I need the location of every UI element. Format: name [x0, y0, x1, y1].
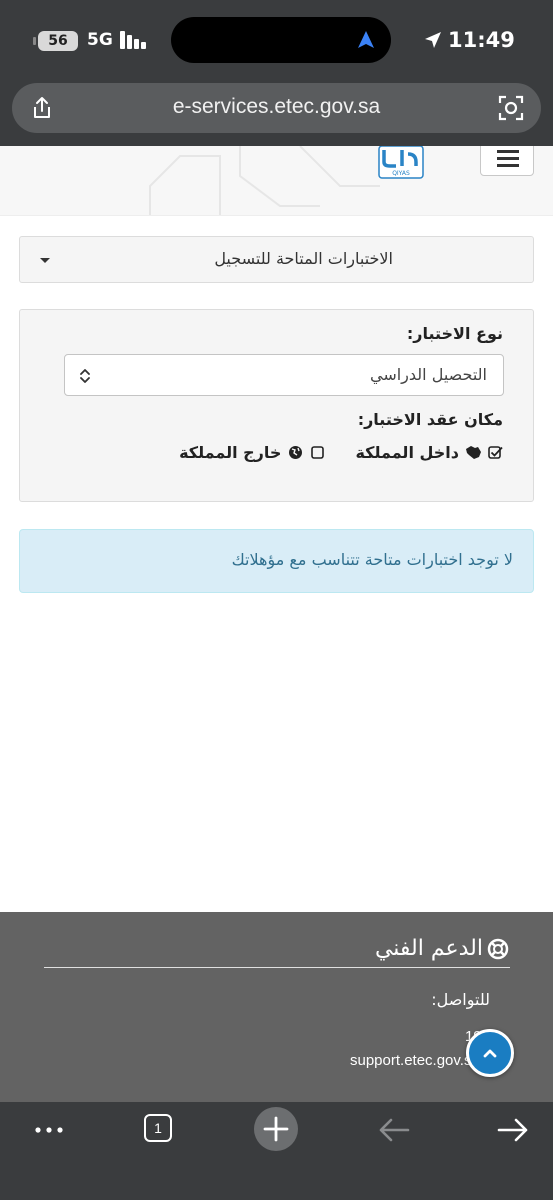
- url-bar[interactable]: e-services.etec.gov.sa: [12, 83, 541, 133]
- contact-label: للتواصل:: [431, 990, 490, 1009]
- signal-icon: [120, 31, 150, 49]
- menu-button[interactable]: [480, 146, 534, 176]
- chevron-up-icon: [483, 1049, 497, 1058]
- alert-message: لا توجد اختبارات متاحة تتناسب مع مؤهلاتك: [231, 550, 513, 569]
- location-services-icon: [425, 32, 441, 48]
- footer: الدعم الفني للتواصل: 199 support.etec.go…: [0, 912, 553, 1102]
- back-arrow-icon[interactable]: [378, 1116, 410, 1144]
- option-outside-kingdom[interactable]: خارج المملكة: [179, 443, 325, 462]
- battery-indicator: 56: [33, 31, 78, 51]
- checkbox-checked-icon[interactable]: [488, 445, 503, 460]
- share-icon[interactable]: [31, 96, 53, 120]
- svg-text:QIYAS: QIYAS: [392, 170, 410, 177]
- option-label: داخل المملكة: [355, 442, 459, 462]
- exam-filter-panel: نوع الاختبار: التحصيل الدراسي مكان عقد ا…: [19, 309, 534, 502]
- caret-down-icon: [40, 258, 50, 263]
- qiyas-logo[interactable]: QIYAS: [378, 146, 424, 180]
- option-label: خارج المملكة: [179, 442, 282, 462]
- browser-chrome: 56 5G 11:49 e-services.etec.gov.sa: [0, 0, 553, 146]
- time-display: 11:49: [424, 28, 515, 52]
- new-tab-button[interactable]: [254, 1107, 298, 1151]
- select-chevrons-icon: [80, 369, 90, 383]
- exam-location-label: مكان عقد الاختبار:: [357, 410, 503, 429]
- checkbox-unchecked-icon[interactable]: [310, 445, 325, 460]
- clock: 11:49: [448, 28, 515, 52]
- back-to-top-button[interactable]: [466, 1029, 514, 1077]
- dropdown-label: الاختبارات المتاحة للتسجيل: [214, 249, 393, 268]
- url-text[interactable]: e-services.etec.gov.sa: [72, 95, 481, 119]
- lifebuoy-icon: [487, 938, 509, 959]
- network-type: 5G: [87, 30, 113, 50]
- globe-icon: [289, 445, 303, 459]
- browser-toolbar: 1: [0, 1102, 553, 1200]
- tabs-button[interactable]: 1: [144, 1114, 172, 1142]
- available-exams-dropdown[interactable]: الاختبارات المتاحة للتسجيل: [19, 236, 534, 283]
- support-title: الدعم الفني: [375, 936, 509, 961]
- plus-icon: [263, 1116, 289, 1142]
- site-header: QIYAS: [0, 146, 553, 216]
- exam-type-select[interactable]: التحصيل الدراسي: [64, 354, 504, 396]
- scan-icon[interactable]: [498, 95, 524, 121]
- option-inside-kingdom[interactable]: داخل المملكة: [355, 443, 503, 462]
- more-icon[interactable]: [34, 1126, 64, 1134]
- saudi-map-icon: [466, 445, 481, 459]
- divider: [44, 967, 510, 968]
- header-decoration: [149, 146, 380, 215]
- exam-type-label: نوع الاختبار:: [406, 324, 503, 343]
- support-title-text: الدعم الفني: [374, 936, 483, 961]
- no-exams-alert: لا توجد اختبارات متاحة تتناسب مع مؤهلاتك: [19, 529, 534, 593]
- forward-arrow-icon[interactable]: [497, 1116, 529, 1144]
- exam-type-value: التحصيل الدراسي: [369, 365, 487, 384]
- status-bar: 56 5G 11:49: [0, 0, 553, 80]
- location-options: داخل المملكة خارج المملكة: [149, 440, 503, 464]
- location-arrow-icon: [358, 31, 374, 48]
